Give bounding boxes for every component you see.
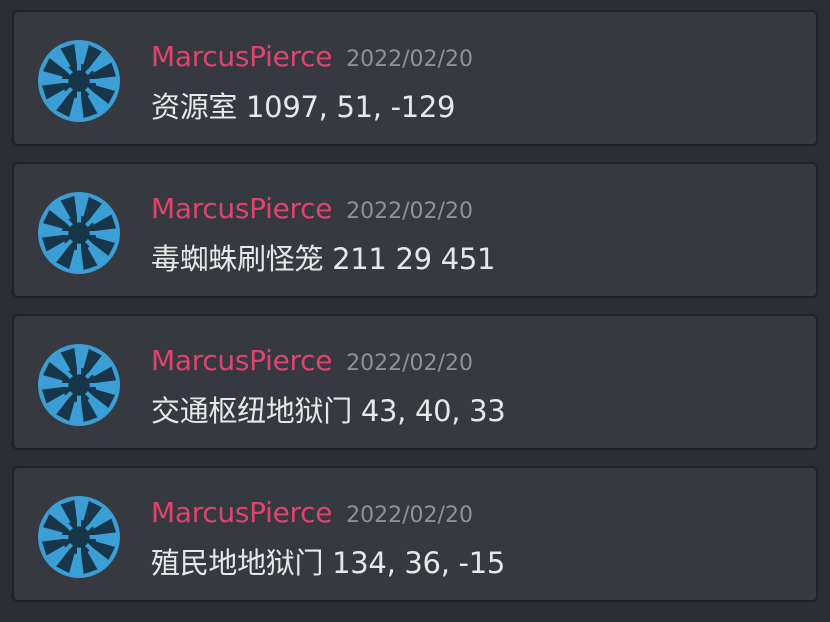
aperture-icon	[38, 192, 120, 274]
message-timestamp: 2022/02/20	[346, 47, 473, 72]
message-text: 资源室 1097, 51, -129	[151, 90, 456, 124]
message-header: MarcusPierce 2022/02/20	[151, 192, 473, 225]
avatar[interactable]	[38, 192, 120, 274]
avatar[interactable]	[38, 344, 120, 426]
aperture-icon	[38, 496, 120, 578]
message-text: 毒蜘蛛刷怪笼 211 29 451	[151, 242, 496, 276]
avatar[interactable]	[38, 40, 120, 122]
message-card: MarcusPierce 2022/02/20 资源室 1097, 51, -12…	[12, 10, 818, 146]
avatar[interactable]	[38, 496, 120, 578]
message-card: MarcusPierce 2022/02/20 毒蜘蛛刷怪笼 211 29 451	[12, 162, 818, 298]
author-name[interactable]: MarcusPierce	[151, 496, 332, 529]
message-card: MarcusPierce 2022/02/20 殖民地地狱门 134, 36, -…	[12, 466, 818, 602]
message-text: 交通枢纽地狱门 43, 40, 33	[151, 394, 506, 428]
aperture-icon	[38, 344, 120, 426]
message-card: MarcusPierce 2022/02/20 交通枢纽地狱门 43, 40, 3…	[12, 314, 818, 450]
message-timestamp: 2022/02/20	[346, 351, 473, 376]
author-name[interactable]: MarcusPierce	[151, 344, 332, 377]
message-header: MarcusPierce 2022/02/20	[151, 40, 473, 73]
aperture-icon	[38, 40, 120, 122]
message-feed: MarcusPierce 2022/02/20 资源室 1097, 51, -12…	[0, 0, 830, 622]
message-header: MarcusPierce 2022/02/20	[151, 496, 473, 529]
message-header: MarcusPierce 2022/02/20	[151, 344, 473, 377]
message-text: 殖民地地狱门 134, 36, -15	[151, 546, 506, 580]
message-timestamp: 2022/02/20	[346, 199, 473, 224]
author-name[interactable]: MarcusPierce	[151, 192, 332, 225]
message-timestamp: 2022/02/20	[346, 503, 473, 528]
author-name[interactable]: MarcusPierce	[151, 40, 332, 73]
